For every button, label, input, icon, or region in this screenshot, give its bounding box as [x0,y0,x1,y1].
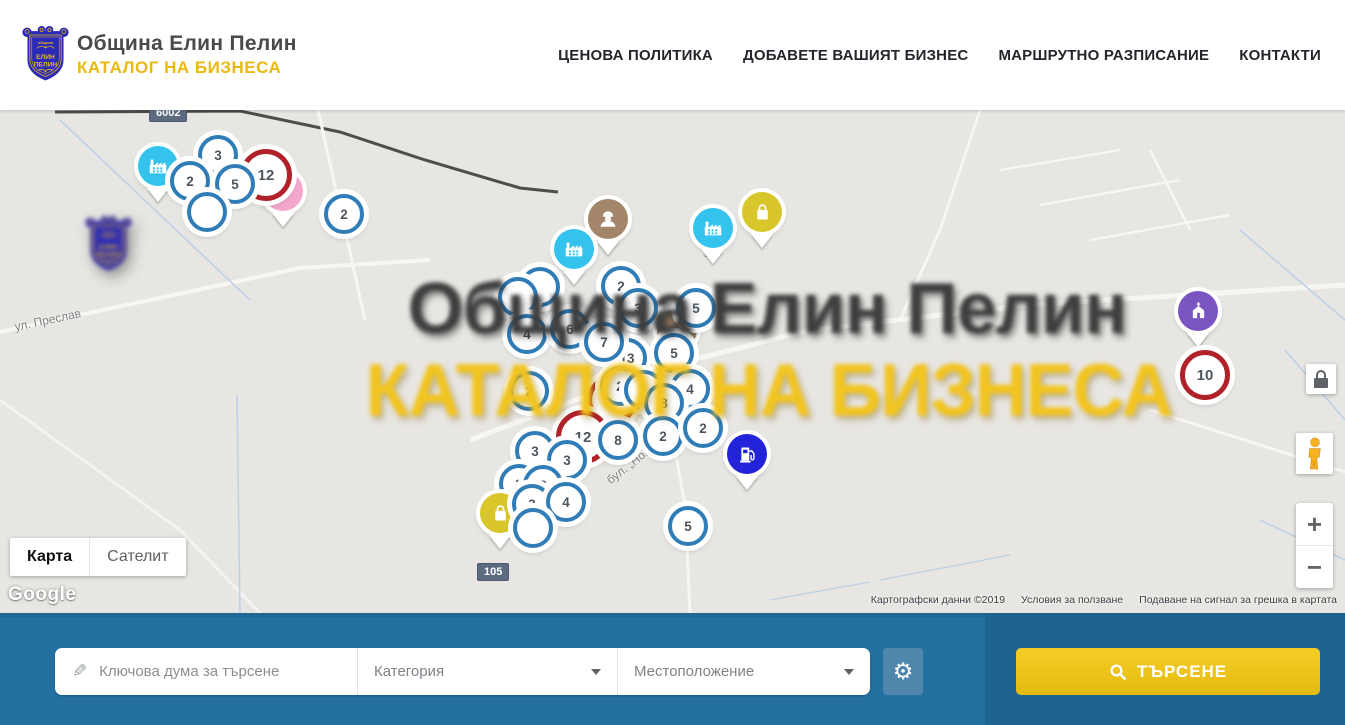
category-select[interactable]: Категория [357,648,617,695]
google-map[interactable]: 3212522354613752274822128333834510 общин… [0,110,1345,613]
nav-add-your-business[interactable]: ДОБАВЕТЕ ВАШИЯТ БИЗНЕС [743,47,968,64]
attribution-terms-link[interactable]: Условия за ползване [1021,594,1123,606]
crest-top-word: община [101,230,117,235]
cluster-count: 5 [684,519,692,534]
worker-pin[interactable] [588,199,628,239]
pegman-button[interactable] [1296,433,1333,474]
google-logo[interactable]: Google [8,584,76,606]
cluster-count: 2 [340,207,348,222]
cluster-count: 10 [1197,367,1214,384]
crest-name-line2: ПЕЛИН [34,61,58,68]
search-icon [1109,663,1127,681]
bag-pin[interactable] [742,192,782,232]
main-nav: ЦЕНОВА ПОЛИТИКА ДОБАВЕТЕ ВАШИЯТ БИЗНЕС М… [558,47,1321,64]
crest-name-line2: ПЕЛИН [97,251,121,258]
site-title: Община Елин Пелин [77,32,297,56]
category-select-label: Категория [374,663,444,680]
cluster-count: 3 [214,148,222,163]
location-select-label: Местоположение [634,663,754,680]
location-select[interactable]: Местоположение [617,648,870,695]
chevron-down-icon [844,669,854,675]
pencil-icon: ✎ [72,661,87,682]
nav-route-schedule[interactable]: МАРШРУТНО РАЗПИСАНИЕ [998,47,1209,64]
cluster-count: 12 [258,167,275,184]
header: община ЕЛИН ПЕЛИН Община Елин Пелин КАТА… [0,0,1345,110]
map-type-control: Карта Сателит [10,538,186,576]
search-fields: ✎ Категория Местоположение [55,648,870,695]
zoom-out-button[interactable]: − [1296,546,1333,588]
map-attribution: Картографски данни ©2019 Условия за полз… [871,594,1337,606]
crest-top-word: община [38,40,54,45]
zoom-control: + − [1296,503,1333,588]
factory-pin[interactable] [693,208,733,248]
map-lock-button[interactable] [1306,364,1336,394]
fuel-pin[interactable] [727,434,767,474]
attribution-report-error-link[interactable]: Подаване на сигнал за грешка в картата [1139,594,1337,606]
pegman-icon [1305,437,1325,470]
watermark-title: Община Елин Пелин [408,268,1127,350]
cluster-count: 4 [562,495,570,510]
cluster-count: 8 [614,433,622,448]
cluster-count: 2 [186,174,194,189]
lock-icon [1314,370,1328,388]
crest-name-line1: ЕЛИН [36,54,55,61]
map-type-map-button[interactable]: Карта [10,538,89,576]
site-subtitle: КАТАЛОГ НА БИЗНЕСА [77,58,297,78]
search-bar: ✎ Категория Местоположение ⚙ ТЪРСЕНЕ [0,613,1345,725]
cluster-marker[interactable]: 2 [324,194,364,234]
municipality-crest-icon: община ЕЛИН ПЕЛИН [22,25,69,85]
keyword-search-input[interactable] [99,663,357,680]
chevron-down-icon [591,669,601,675]
crest-name-line1: ЕЛИН [99,244,118,251]
municipality-crest-icon: община ЕЛИН ПЕЛИН [85,215,132,275]
cluster-marker[interactable]: 4 [546,482,586,522]
cluster-marker[interactable] [513,508,553,548]
gear-icon: ⚙ [893,659,914,685]
watermark-subtitle: КАТАЛОГ НА БИЗНЕСА [366,348,1173,433]
church-pin[interactable] [1178,291,1218,331]
nav-contacts[interactable]: КОНТАКТИ [1239,47,1321,64]
zoom-in-button[interactable]: + [1296,503,1333,546]
nav-pricing-policy[interactable]: ЦЕНОВА ПОЛИТИКА [558,47,713,64]
cluster-marker[interactable]: 5 [668,506,708,546]
cluster-count: 5 [231,177,239,192]
factory-pin[interactable] [554,229,594,269]
site-logo[interactable]: община ЕЛИН ПЕЛИН Община Елин Пелин КАТА… [22,25,297,85]
search-button-label: ТЪРСЕНЕ [1137,662,1227,682]
cluster-count: 3 [563,453,571,468]
map-type-satellite-button[interactable]: Сателит [89,538,185,576]
search-button[interactable]: ТЪРСЕНЕ [1016,648,1320,695]
advanced-settings-button[interactable]: ⚙ [883,648,923,695]
attribution-copyright: Картографски данни ©2019 [871,594,1005,606]
watermark-crest: община ЕЛИН ПЕЛИН [85,215,315,500]
cluster-marker[interactable]: 10 [1180,350,1230,400]
cluster-count: 3 [531,444,539,459]
